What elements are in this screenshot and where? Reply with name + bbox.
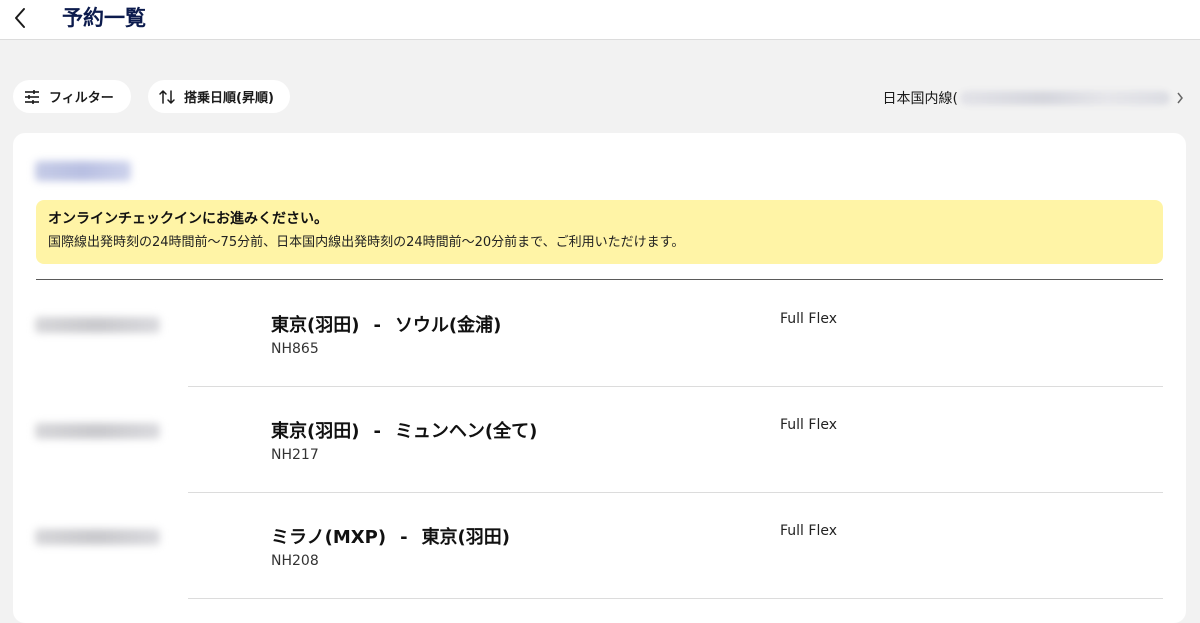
redacted-date <box>35 423 160 439</box>
fare-type: Full Flex <box>780 417 837 433</box>
flight-number: NH217 <box>271 447 319 463</box>
booking-row[interactable]: ミラノ(MXP) - 東京(羽田) NH208 Full Flex <box>13 493 1186 599</box>
booking-list-card: オンラインチェックインにお進みください。 国際線出発時刻の24時間前〜75分前、… <box>13 133 1186 623</box>
route: 東京(羽田) - ソウル(金浦) <box>271 311 501 337</box>
route-origin: 東京(羽田) <box>271 315 360 336</box>
redacted-text <box>960 91 1170 105</box>
fare-type: Full Flex <box>780 523 837 539</box>
route-destination: ソウル(金浦) <box>394 315 502 336</box>
redacted-date <box>35 317 160 333</box>
booking-row[interactable]: 東京(羽田) - ミュンヘン(全て) NH217 Full Flex <box>13 387 1186 493</box>
flight-number: NH865 <box>271 341 319 357</box>
route: 東京(羽田) - ミュンヘン(全て) <box>271 417 537 443</box>
flight-number: NH208 <box>271 553 319 569</box>
sort-arrows-icon <box>158 88 176 106</box>
chevron-left-icon <box>15 8 25 28</box>
route-separator: - <box>373 421 381 442</box>
route-destination: ミュンヘン(全て) <box>394 421 538 442</box>
route-destination: 東京(羽田) <box>421 527 511 548</box>
sort-label: 搭乗日順(昇順) <box>184 91 274 106</box>
row-divider <box>188 598 1163 599</box>
route-separator: - <box>400 527 408 548</box>
notice-title: オンラインチェックインにお進みください。 <box>48 211 328 227</box>
booking-row[interactable]: 東京(羽田) - ソウル(金浦) NH865 Full Flex <box>13 281 1186 387</box>
sort-button[interactable]: 搭乗日順(昇順) <box>148 80 290 113</box>
domestic-link-label: 日本国内線( <box>882 91 958 107</box>
checkin-notice: オンラインチェックインにお進みください。 国際線出発時刻の24時間前〜75分前、… <box>36 200 1163 264</box>
redacted-section-label <box>35 161 131 181</box>
section-divider <box>36 279 1163 280</box>
filter-button[interactable]: フィルター <box>13 80 131 113</box>
chevron-right-icon <box>1177 92 1183 104</box>
notice-body: 国際線出発時刻の24時間前〜75分前、日本国内線出発時刻の24時間前〜20分前ま… <box>48 235 685 250</box>
route-separator: - <box>373 315 381 336</box>
app-header: 予約一覧 <box>0 0 1200 40</box>
route-origin: ミラノ(MXP) <box>271 527 387 548</box>
domestic-flights-link[interactable]: 日本国内線( <box>883 88 1184 108</box>
toolbar: フィルター 搭乗日順(昇順) 日本国内線( <box>0 80 1200 114</box>
redacted-date <box>35 529 160 545</box>
filter-label: フィルター <box>49 91 114 106</box>
back-button[interactable] <box>8 2 32 34</box>
sliders-icon <box>23 88 41 106</box>
route-origin: 東京(羽田) <box>271 421 360 442</box>
route: ミラノ(MXP) - 東京(羽田) <box>271 523 510 549</box>
fare-type: Full Flex <box>780 311 837 327</box>
page-title: 予約一覧 <box>62 6 146 30</box>
